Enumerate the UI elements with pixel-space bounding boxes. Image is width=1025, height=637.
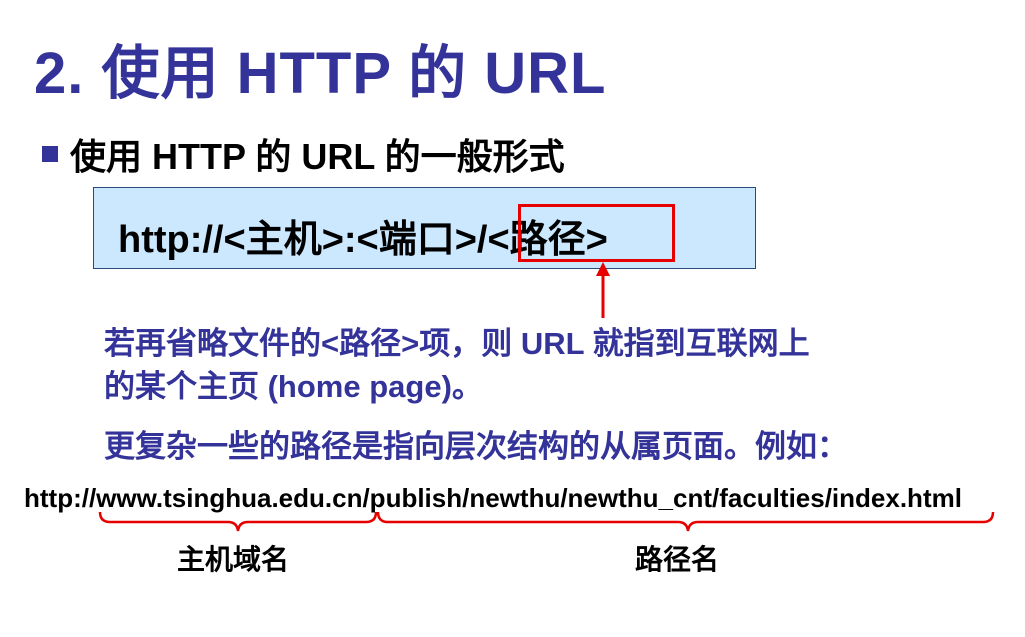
host-domain-label: 主机域名 bbox=[177, 544, 290, 575]
path-name-label: 路径名 bbox=[635, 544, 720, 575]
path-brace bbox=[376, 511, 995, 532]
example-url: http://www.tsinghua.edu.cn/publish/newth… bbox=[24, 483, 962, 513]
host-brace bbox=[98, 511, 378, 532]
note-line-2: 的某个主页 (home page)。 bbox=[104, 369, 483, 404]
arrow-head-icon bbox=[596, 262, 610, 276]
note-line-1: 若再省略文件的<路径>项，则 URL 就指到互联网上 bbox=[104, 326, 810, 361]
note-line-3: 更复杂一些的路径是指向层次结构的从属页面。例如： bbox=[104, 429, 848, 464]
